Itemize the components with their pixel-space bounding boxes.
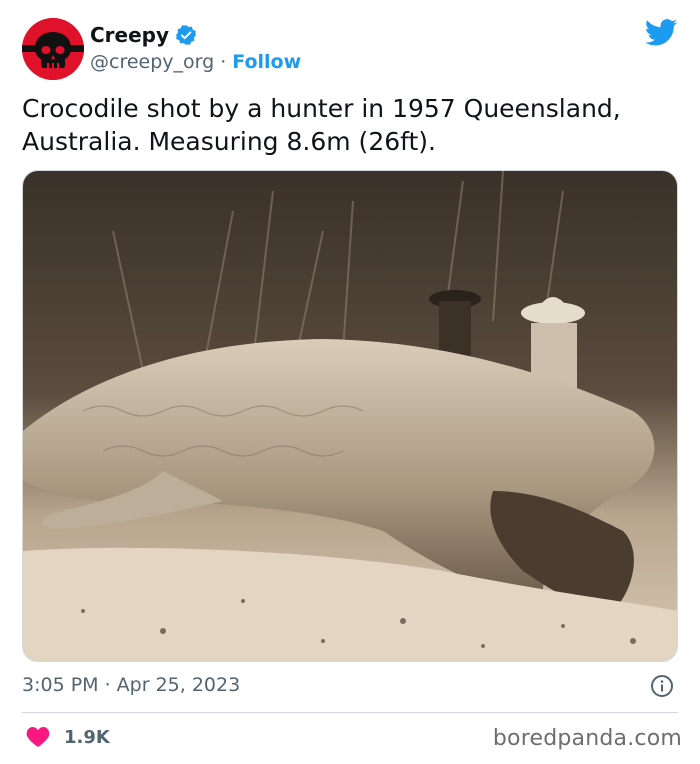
like-count: 1.9K: [64, 726, 110, 748]
crocodile-photo-image: [23, 171, 677, 661]
author-name-row: Creepy: [90, 22, 197, 48]
avatar[interactable]: [22, 18, 84, 80]
heart-icon[interactable]: [26, 726, 50, 748]
divider: [22, 712, 678, 713]
watermark: boredpanda.com: [492, 726, 682, 751]
tweet-text: Crocodile shot by a hunter in 1957 Queen…: [22, 94, 621, 156]
separator-dot: ·: [220, 51, 227, 73]
like-row[interactable]: 1.9K: [26, 724, 110, 750]
tweet-card: Creepy @creepy_org · Follow Crocodile sh…: [0, 0, 700, 764]
follow-button[interactable]: Follow: [232, 51, 301, 73]
tweet-photo[interactable]: [22, 170, 678, 662]
twitter-bird-icon[interactable]: [644, 18, 678, 48]
author-handle[interactable]: @creepy_org: [90, 51, 214, 73]
info-icon[interactable]: [650, 674, 674, 698]
verified-badge-icon: [175, 24, 197, 46]
author-display-name[interactable]: Creepy: [90, 23, 169, 47]
author-handle-row: @creepy_org · Follow: [90, 50, 301, 74]
skull-icon: [22, 18, 84, 80]
tweet-timestamp[interactable]: 3:05 PM · Apr 25, 2023: [22, 674, 240, 696]
